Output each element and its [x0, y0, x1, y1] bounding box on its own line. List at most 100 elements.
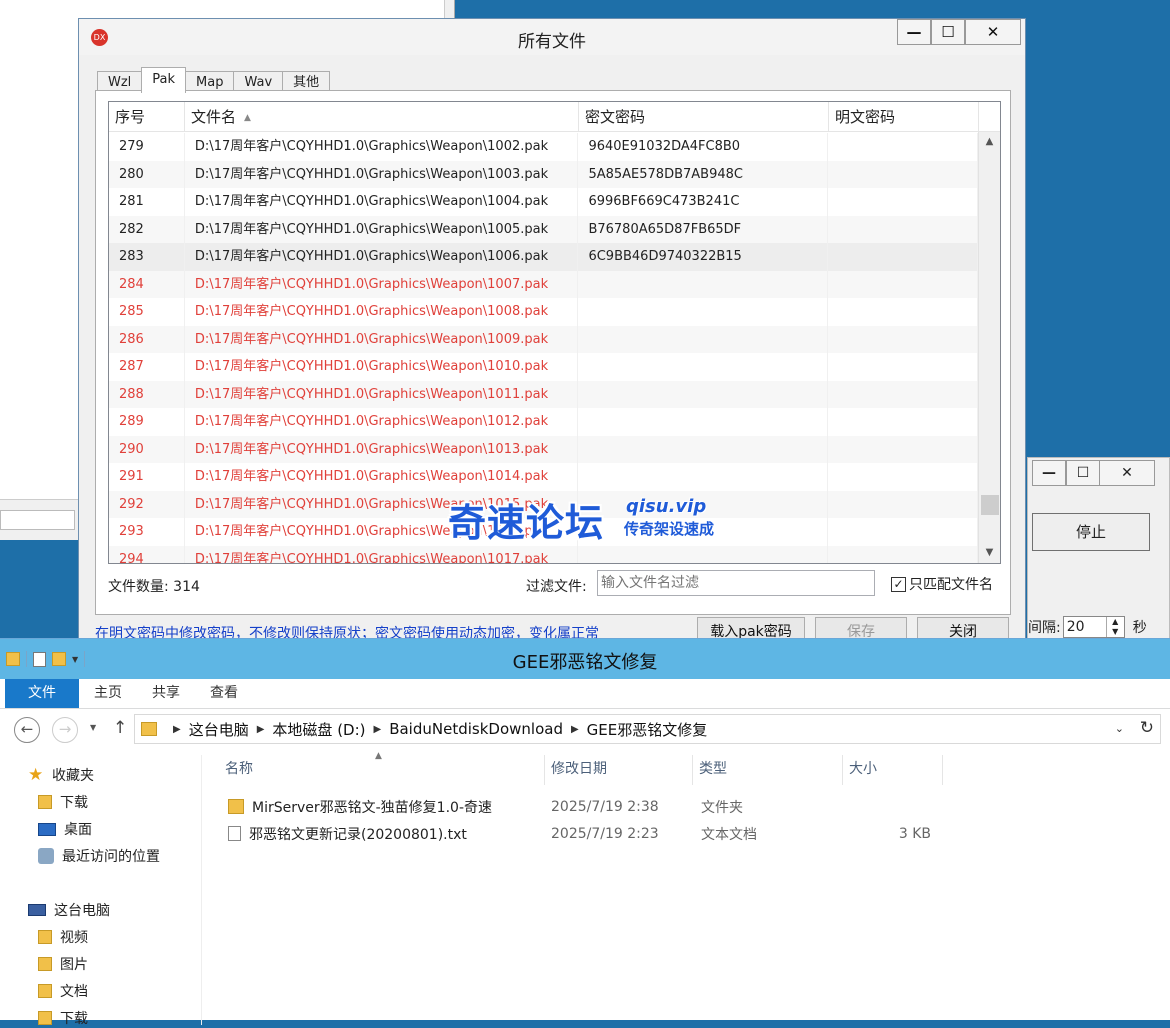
table-row[interactable]: 288 D:\17周年客户\CQYHHD1.0\Graphics\Weapon\1…	[109, 380, 978, 408]
ribbon-tab-file[interactable]: 文件	[5, 679, 79, 708]
match-filename-option[interactable]: ✓ 只匹配文件名	[891, 574, 993, 594]
interval-setting: 间隔: 20 ▲ ▼ 秒	[1028, 616, 1147, 638]
nav-videos[interactable]: 视频	[38, 927, 88, 947]
table-row[interactable]: 285 D:\17周年客户\CQYHHD1.0\Graphics\Weapon\1…	[109, 298, 978, 326]
row-number: 281	[109, 188, 185, 216]
row-plain-password	[828, 270, 978, 298]
column-header-no[interactable]: 序号	[109, 102, 185, 132]
stop-button[interactable]: 停止	[1032, 513, 1150, 551]
table-row[interactable]: 280 D:\17周年客户\CQYHHD1.0\Graphics\Weapon\1…	[109, 160, 978, 188]
row-filename: D:\17周年客户\CQYHHD1.0\Graphics\Weapon\1011…	[185, 380, 579, 408]
table-row[interactable]: 293 D:\17周年客户\CQYHHD1.0\Graphics\Weapon\1…	[109, 518, 978, 546]
breadcrumb-separator-icon[interactable]: ▶	[257, 724, 265, 735]
row-filename: D:\17周年客户\CQYHHD1.0\Graphics\Weapon\1005…	[185, 215, 579, 243]
ribbon-tab-share[interactable]: 共享	[137, 679, 195, 708]
close-window-button[interactable]: ✕	[965, 19, 1021, 45]
ribbon-tab-view[interactable]: 查看	[195, 679, 253, 708]
file-row[interactable]: 邪恶铭文更新记录(20200801).txt 2025/7/19 2:23 文本…	[203, 820, 1163, 847]
small-window: — ☐ ✕ 停止 间隔: 20 ▲ ▼ 秒	[1027, 457, 1170, 647]
navigation-bar: ← → ▼ ↑ ▶ 这台电脑 ▶ 本地磁盘 (D:) ▶ BaiduNetdis…	[0, 709, 1170, 753]
sort-ascending-icon: ▲	[244, 112, 251, 123]
interval-stepper[interactable]: 20 ▲ ▼	[1062, 616, 1125, 638]
address-bar[interactable]: ▶ 这台电脑 ▶ 本地磁盘 (D:) ▶ BaiduNetdiskDownloa…	[134, 714, 1161, 744]
address-dropdown-icon[interactable]: ⌄	[1115, 722, 1124, 735]
nav-this-pc[interactable]: 这台电脑	[28, 900, 110, 920]
maximize-button[interactable]: ☐	[931, 19, 965, 45]
nav-documents[interactable]: 文档	[38, 981, 88, 1001]
explorer-titlebar: ▼ GEE邪恶铭文修复	[0, 639, 1170, 679]
scrollbar-thumb[interactable]	[981, 495, 999, 515]
up-icon[interactable]: ↑	[113, 718, 127, 738]
file-listview[interactable]: 序号 文件名 ▲ 密文密码 明文密码 279 D:\17周年客户\CQYHHD1.0…	[108, 101, 1001, 564]
column-header-plain[interactable]: 明文密码	[829, 102, 979, 132]
scroll-down-icon[interactable]: ▼	[979, 543, 1000, 563]
column-header-cipher[interactable]: 密文密码	[579, 102, 829, 132]
recent-locations-icon[interactable]: ▼	[90, 723, 96, 732]
row-plain-password	[828, 408, 978, 436]
ribbon-tab-home[interactable]: 主页	[79, 679, 137, 708]
breadcrumb-baidu[interactable]: BaiduNetdiskDownload	[389, 720, 563, 738]
row-plain-password	[828, 518, 978, 546]
table-row[interactable]: 287 D:\17周年客户\CQYHHD1.0\Graphics\Weapon\1…	[109, 353, 978, 381]
table-row[interactable]: 294 D:\17周年客户\CQYHHD1.0\Graphics\Weapon\1…	[109, 545, 978, 563]
match-filename-label: 只匹配文件名	[909, 577, 993, 593]
row-number: 286	[109, 325, 185, 353]
row-filename: D:\17周年客户\CQYHHD1.0\Graphics\Weapon\1014…	[185, 463, 579, 491]
row-number: 283	[109, 243, 185, 271]
back-icon[interactable]: ←	[14, 717, 40, 743]
table-row[interactable]: 290 D:\17周年客户\CQYHHD1.0\Graphics\Weapon\1…	[109, 435, 978, 463]
table-row[interactable]: 286 D:\17周年客户\CQYHHD1.0\Graphics\Weapon\1…	[109, 325, 978, 353]
nav-recent-places[interactable]: 最近访问的位置	[38, 846, 160, 866]
row-filename: D:\17周年客户\CQYHHD1.0\Graphics\Weapon\1004…	[185, 188, 579, 216]
nav-desktop[interactable]: 桌面	[38, 819, 92, 839]
column-size[interactable]: 大小	[843, 755, 943, 785]
small-maximize-button[interactable]: ☐	[1066, 460, 1100, 486]
filter-input[interactable]	[597, 570, 875, 596]
row-number: 279	[109, 133, 185, 161]
row-filename: D:\17周年客户\CQYHHD1.0\Graphics\Weapon\1006…	[185, 243, 579, 271]
tab-pak[interactable]: Pak	[141, 67, 187, 93]
stepper-arrows-icon[interactable]: ▲ ▼	[1105, 617, 1124, 637]
minimize-button[interactable]: —	[897, 19, 931, 45]
column-type[interactable]: 类型	[693, 755, 843, 785]
background-window-field[interactable]	[0, 510, 75, 530]
file-row[interactable]: MirServer邪恶铭文-独苗修复1.0-奇速 2025/7/19 2:38 …	[203, 793, 1163, 820]
row-cipher-password	[578, 298, 829, 326]
small-minimize-button[interactable]: —	[1032, 460, 1066, 486]
forward-icon[interactable]: →	[52, 717, 78, 743]
table-row[interactable]: 279 D:\17周年客户\CQYHHD1.0\Graphics\Weapon\1…	[109, 133, 978, 161]
column-header-filename[interactable]: 文件名 ▲	[185, 102, 579, 132]
breadcrumb-separator-icon[interactable]: ▶	[173, 724, 181, 735]
table-row[interactable]: 291 D:\17周年客户\CQYHHD1.0\Graphics\Weapon\1…	[109, 463, 978, 491]
vertical-scrollbar[interactable]: ▲ ▼	[978, 132, 1000, 563]
file-list-header: ▲ 名称 修改日期 类型 大小	[203, 751, 1163, 785]
table-row[interactable]: 282 D:\17周年客户\CQYHHD1.0\Graphics\Weapon\1…	[109, 215, 978, 243]
row-plain-password	[828, 298, 978, 326]
breadcrumb-local-disk[interactable]: 本地磁盘 (D:)	[272, 719, 365, 740]
table-row[interactable]: 283 D:\17周年客户\CQYHHD1.0\Graphics\Weapon\1…	[109, 243, 978, 271]
table-row[interactable]: 289 D:\17周年客户\CQYHHD1.0\Graphics\Weapon\1…	[109, 408, 978, 436]
row-number: 280	[109, 160, 185, 188]
scroll-up-icon[interactable]: ▲	[979, 132, 1000, 152]
row-filename: D:\17周年客户\CQYHHD1.0\Graphics\Weapon\1015…	[185, 490, 579, 518]
breadcrumb-separator-icon[interactable]: ▶	[571, 724, 579, 735]
table-row[interactable]: 292 D:\17周年客户\CQYHHD1.0\Graphics\Weapon\1…	[109, 490, 978, 518]
table-row[interactable]: 281 D:\17周年客户\CQYHHD1.0\Graphics\Weapon\1…	[109, 188, 978, 216]
column-name[interactable]: 名称	[203, 755, 545, 785]
row-cipher-password	[578, 463, 829, 491]
column-date[interactable]: 修改日期	[545, 755, 693, 785]
table-row[interactable]: 284 D:\17周年客户\CQYHHD1.0\Graphics\Weapon\1…	[109, 270, 978, 298]
match-filename-checkbox[interactable]: ✓	[891, 576, 906, 592]
breadcrumb-this-pc[interactable]: 这台电脑	[189, 719, 249, 740]
small-close-button[interactable]: ✕	[1099, 460, 1155, 486]
row-cipher-password: 6C9BB46D9740322B15	[578, 243, 829, 271]
breadcrumb-current[interactable]: GEE邪恶铭文修复	[587, 719, 708, 740]
refresh-icon[interactable]: ↻	[1140, 718, 1154, 738]
nav-pc-downloads[interactable]: 下载	[38, 1008, 88, 1028]
nav-favorites[interactable]: ★ 收藏夹	[28, 765, 94, 785]
nav-downloads[interactable]: 下载	[38, 792, 88, 812]
row-filename: D:\17周年客户\CQYHHD1.0\Graphics\Weapon\1009…	[185, 325, 579, 353]
downloads-folder-icon	[38, 1011, 52, 1025]
breadcrumb-separator-icon[interactable]: ▶	[374, 724, 382, 735]
nav-pictures[interactable]: 图片	[38, 954, 88, 974]
